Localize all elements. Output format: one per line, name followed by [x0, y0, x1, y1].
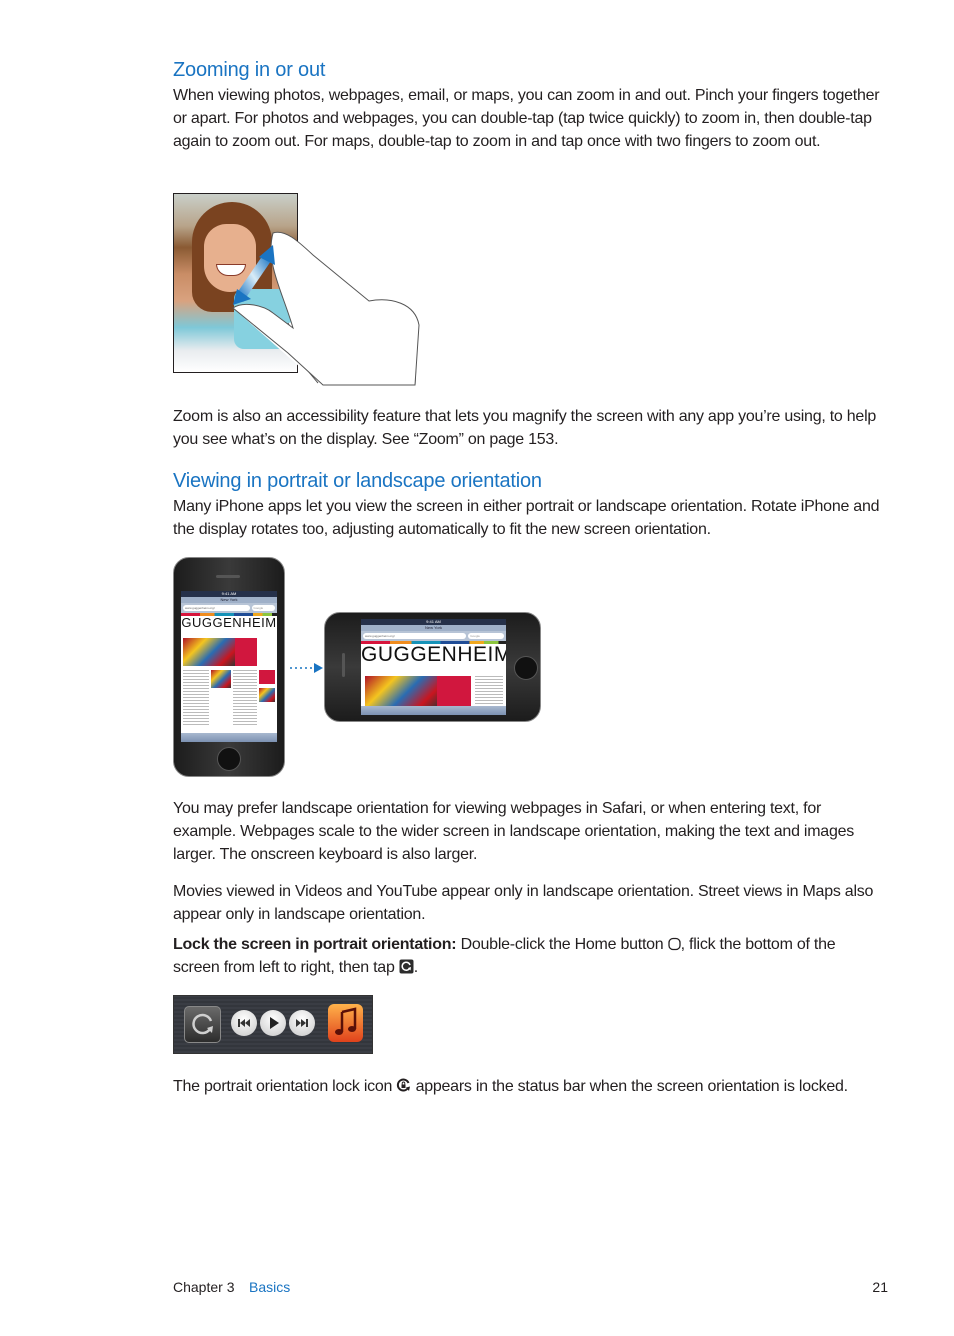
- home-button-icon: [668, 937, 681, 951]
- play-button[interactable]: [260, 1010, 286, 1036]
- orientation-lock-button-icon: [399, 959, 414, 974]
- next-track-icon: [296, 1019, 308, 1027]
- url-field: www.guggenheim.org/: [363, 633, 467, 639]
- search-field: Google: [251, 605, 275, 611]
- footer-chapter: Chapter 3: [173, 1279, 235, 1295]
- orientation-paragraph: Many iPhone apps let you view the screen…: [173, 498, 880, 538]
- zoom-paragraph: When viewing photos, webpages, email, or…: [173, 87, 880, 150]
- music-note-icon: [335, 1007, 357, 1035]
- safari-toolbar: [361, 706, 506, 715]
- lock-icon-note-text-1: The portrait orientation lock icon: [173, 1078, 397, 1095]
- lock-instruction-end: .: [413, 959, 418, 976]
- safari-toolbar: [181, 733, 277, 742]
- play-icon: [270, 1017, 279, 1029]
- phone-screen-landscape: 9:41 AM New York www.guggenheim.org/ Goo…: [361, 619, 506, 715]
- phone-screen-portrait: 9:41 AM New York www.guggenheim.org/ Goo…: [181, 591, 277, 742]
- pinch-zoom-figure: [173, 193, 423, 388]
- address-bar: www.guggenheim.org/ Google: [181, 603, 277, 613]
- previous-track-button[interactable]: [231, 1010, 257, 1036]
- lock-instruction: Lock the screen in portrait orientation:…: [173, 933, 883, 979]
- home-button: [514, 656, 538, 680]
- pinch-hand-icon: [232, 231, 420, 386]
- accessibility-note: Zoom is also an accessibility feature th…: [173, 408, 877, 448]
- rotation-lock-icon: [192, 1013, 213, 1035]
- section-heading-zooming: Zooming in or out: [173, 59, 326, 81]
- next-track-button[interactable]: [289, 1010, 315, 1036]
- home-button: [217, 747, 241, 771]
- page-number: 21: [872, 1279, 888, 1295]
- movies-paragraph: Movies viewed in Videos and YouTube appe…: [173, 883, 874, 923]
- iphone-landscape: 9:41 AM New York www.guggenheim.org/ Goo…: [324, 612, 541, 722]
- music-app-button[interactable]: [328, 1004, 363, 1042]
- iphone-portrait: 9:41 AM New York www.guggenheim.org/ Goo…: [173, 557, 285, 777]
- orientation-lock-button[interactable]: [184, 1006, 221, 1043]
- speaker: [342, 653, 345, 677]
- lock-icon-note-text-2: appears in the status bar when the scree…: [411, 1078, 849, 1095]
- footer-section-link[interactable]: Basics: [249, 1279, 290, 1295]
- address-bar: www.guggenheim.org/ Google: [361, 631, 506, 641]
- section-heading-orientation: Viewing in portrait or landscape orienta…: [173, 470, 542, 492]
- landscape-paragraph: You may prefer landscape orientation for…: [173, 800, 854, 863]
- orientation-figure: 9:41 AM New York www.guggenheim.org/ Goo…: [173, 557, 543, 777]
- page-content: [181, 630, 277, 730]
- brand-logo: GUGGENHEIM: [361, 643, 506, 666]
- orientation-lock-status-icon: [397, 1078, 411, 1092]
- lock-instruction-text-1: Double-click the Home button: [456, 936, 668, 953]
- lock-instruction-label: Lock the screen in portrait orientation:: [173, 936, 457, 953]
- brand-logo: GUGGENHEIM: [181, 615, 277, 630]
- multitasking-bar: [173, 995, 373, 1054]
- previous-track-icon: [238, 1019, 250, 1027]
- lock-icon-note: The portrait orientation lock icon appea…: [173, 1075, 883, 1098]
- search-field: Google: [468, 633, 504, 639]
- url-field: www.guggenheim.org/: [183, 605, 250, 611]
- speaker: [216, 575, 240, 578]
- rotate-arrow-icon: [290, 663, 323, 673]
